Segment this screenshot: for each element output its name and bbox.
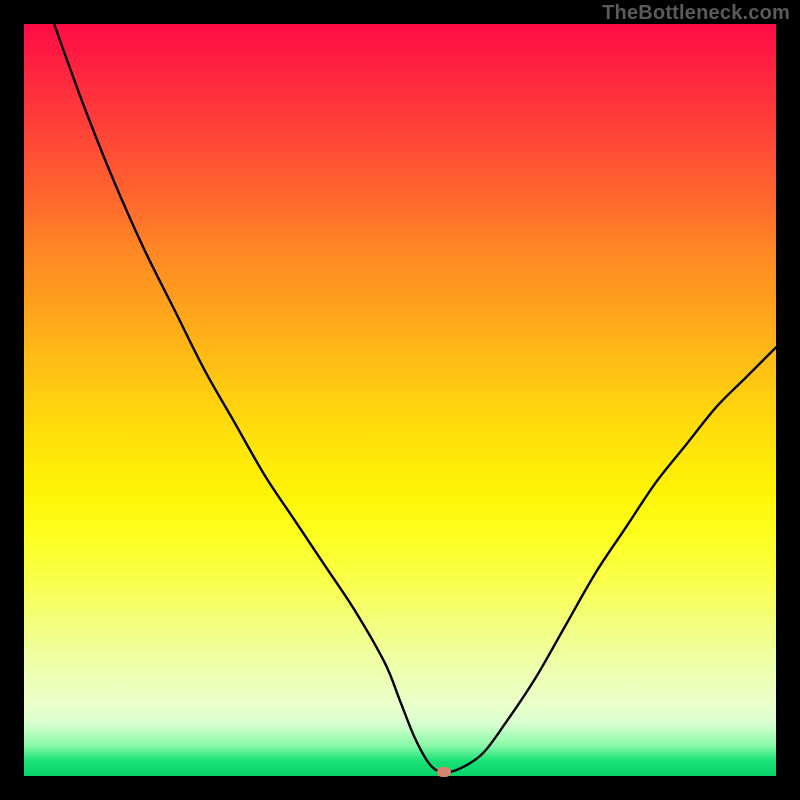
watermark-text: TheBottleneck.com [602, 2, 790, 25]
curve-svg [24, 24, 776, 776]
plot-area [24, 24, 776, 776]
minimum-marker [437, 767, 451, 777]
chart-frame: TheBottleneck.com [0, 0, 800, 800]
bottleneck-curve-path [54, 24, 776, 772]
